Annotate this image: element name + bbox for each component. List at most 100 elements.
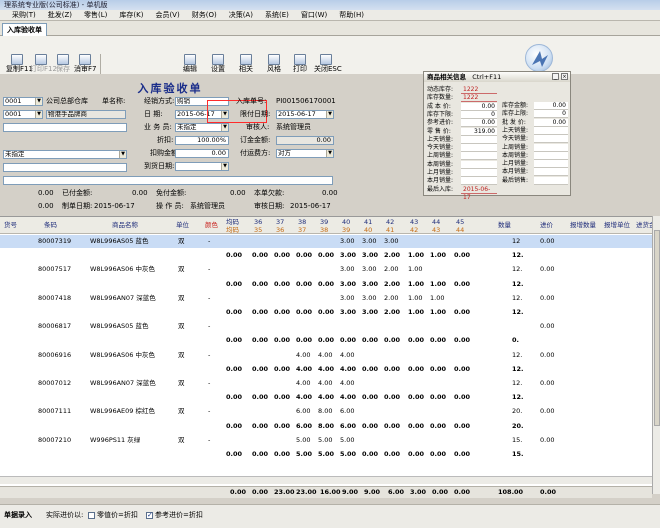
- pay-method-select[interactable]: 对方 ▼: [276, 149, 334, 158]
- cell-size: 3.00: [340, 265, 355, 274]
- close-icon[interactable]: ×: [561, 73, 568, 80]
- scroll-thumb[interactable]: [654, 230, 660, 426]
- close-button[interactable]: 关闭ESC: [314, 54, 342, 76]
- menu-help[interactable]: 帮助(H): [333, 10, 370, 20]
- cell-size: 3.00: [340, 237, 355, 245]
- table-row[interactable]: 80007012 W8L996AN07 深蓝色 双 - 4.00 4.00 4.00 12. 0…: [0, 377, 652, 390]
- copy-button[interactable]: 复制F11: [6, 54, 33, 76]
- menu-system[interactable]: 系统(E): [259, 10, 295, 20]
- cell-size: 6.00: [340, 421, 357, 430]
- info-label: 上天销量:: [427, 135, 454, 143]
- info-label: 参考进价:: [427, 119, 454, 127]
- total-size: 3.00: [410, 488, 427, 496]
- table-subtotal-row[interactable]: 0.00 0.00 0.00 5.00 5.00 5.00 0.00 0.00 0.00 0.00…: [0, 448, 652, 461]
- horizontal-scrollbar[interactable]: [0, 476, 652, 484]
- cell-size: 0.00: [274, 364, 291, 373]
- print-button[interactable]: 打印: [290, 54, 310, 76]
- product-info-panel: 商品相关信息 Ctrl+F11 _ × 动态库存: 1222 库存数量: 1222 成 …: [423, 71, 571, 201]
- cell-size: 0.00: [274, 421, 291, 430]
- cell-code: 80007418: [38, 293, 72, 302]
- product-info-title[interactable]: 商品相关信息 Ctrl+F11: [424, 72, 570, 82]
- table-subtotal-row[interactable]: 0.00 0.00 0.00 0.00 0.00 3.00 3.00 2.00 1.00 1.00…: [0, 306, 652, 319]
- cell-size: 0.00: [362, 336, 379, 345]
- store-name-field[interactable]: 物港手品牌商: [46, 110, 126, 119]
- table-row[interactable]: 80007210 W996PS11 灰绿 双 - 5.00 5.00 5.00 15. 0.00: [0, 434, 652, 447]
- info-value: [534, 143, 568, 152]
- col-header-unit[interactable]: 单位: [176, 221, 189, 229]
- remark-field[interactable]: [3, 176, 333, 185]
- option-zero-price-checkbox[interactable]: [88, 512, 95, 519]
- menu-purchase[interactable]: 采购(T): [6, 10, 42, 20]
- col-header-qty[interactable]: 数量: [498, 221, 511, 229]
- menu-retail[interactable]: 零售(L): [78, 10, 113, 20]
- col-header-price[interactable]: 进价: [540, 221, 553, 229]
- deposit-field[interactable]: 0.00: [276, 136, 334, 145]
- rebate-field[interactable]: 0.00: [175, 149, 229, 158]
- cell-name: W8L996AN07 深蓝色: [90, 293, 156, 302]
- table-subtotal-row[interactable]: 0.00 0.00 0.00 0.00 0.00 3.00 3.00 2.00 1.00 1.00…: [0, 249, 652, 262]
- cell-size: 0.00: [252, 308, 269, 316]
- col-header-bonus-qty[interactable]: 报增数量: [570, 221, 596, 229]
- cell-code: 80006817: [38, 322, 72, 331]
- col-header-barcode[interactable]: 条码: [44, 221, 57, 229]
- col-header-code[interactable]: 货号: [4, 221, 17, 229]
- info-label: 上周销量:: [427, 152, 454, 160]
- menu-inventory[interactable]: 库存(K): [113, 10, 149, 20]
- table-row[interactable]: 80007319 W8L996AS05 蓝色 双 - 3.00 3.00 3.00 12 0.0…: [0, 235, 652, 248]
- cell-size: 0.00: [384, 336, 401, 345]
- table-subtotal-row[interactable]: 0.00 0.00 0.00 0.00 0.00 3.00 3.00 2.00 1.00 1.00…: [0, 278, 652, 291]
- menu-wholesale[interactable]: 批发(Z): [42, 10, 78, 20]
- size-header-alt: 38: [320, 226, 329, 234]
- menu-decision[interactable]: 决策(A): [223, 10, 259, 20]
- table-row[interactable]: 80007418 W8L996AN07 深蓝色 双 - 3.00 3.00 2.00 1.00…: [0, 292, 652, 305]
- minimize-icon[interactable]: _: [552, 73, 559, 80]
- salesman-select[interactable]: 未指定 ▼: [175, 123, 229, 132]
- warehouse-name: 公司总部仓库: [46, 97, 88, 105]
- extra-field[interactable]: [3, 123, 127, 132]
- cell-size: 4.00: [340, 350, 355, 359]
- size-header: 39: [320, 218, 329, 226]
- table-subtotal-row[interactable]: 0.00 0.00 0.00 4.00 4.00 4.00 0.00 0.00 0.00 0.00…: [0, 363, 652, 376]
- cell-size: 0.00: [252, 364, 269, 373]
- cell-qty: 20.: [512, 407, 523, 416]
- info-label: 最后入库:: [427, 185, 454, 193]
- cell-size: 0.00: [252, 279, 269, 288]
- table-row[interactable]: 80006817 W8L996AS05 蓝色 双 - 0.00: [0, 320, 652, 333]
- vertical-scrollbar[interactable]: [652, 216, 660, 494]
- related-button[interactable]: 相关: [236, 54, 256, 76]
- menu-finance[interactable]: 财务(O): [186, 10, 223, 20]
- table-row[interactable]: 80006916 W8L996AS06 中灰色 双 - 4.00 4.00 4.00 12. 0…: [0, 349, 652, 362]
- menu-window[interactable]: 窗口(W): [295, 10, 333, 20]
- cell-size: 0.00: [318, 308, 335, 316]
- cell-name: W8L996AS05 蓝色: [90, 322, 149, 331]
- style-button[interactable]: 风格: [264, 54, 284, 76]
- limit-date-field[interactable]: 2015-06-17 ▼: [276, 110, 334, 119]
- draft-button[interactable]: 消审F7: [74, 54, 96, 76]
- col-header-name[interactable]: 商品名称: [112, 221, 138, 229]
- table-row[interactable]: 80007111 W8L996AE09 棕红色 双 - 6.00 8.00 6.00 20. 0…: [0, 405, 652, 418]
- arrival-date-field[interactable]: ▼: [175, 162, 229, 171]
- info-value: [534, 168, 568, 177]
- table-subtotal-row[interactable]: 0.00 0.00 0.00 6.00 8.00 6.00 0.00 0.00 0.00 0.00…: [0, 420, 652, 433]
- not-set-select[interactable]: 未指定 ▼: [3, 150, 127, 159]
- document-tabs: 入库验收单: [0, 21, 660, 36]
- store-code-select[interactable]: 0001 ▼: [3, 110, 43, 119]
- print-preview-button[interactable]: 打印F12: [30, 54, 57, 76]
- cell-name: W8L996AN07 深蓝色: [90, 379, 156, 387]
- cell-size: 0.00: [226, 308, 243, 316]
- menu-member[interactable]: 会员(V): [149, 10, 185, 20]
- table-row[interactable]: 80007517 W8L996AS06 中灰色 双 - 3.00 3.00 2.00 1.00…: [0, 263, 652, 276]
- option-ref-price-checkbox[interactable]: [146, 511, 153, 519]
- save-button[interactable]: 保存: [54, 54, 72, 76]
- memo-field[interactable]: [3, 163, 127, 172]
- tab-inbound-check[interactable]: 入库验收单: [2, 23, 47, 36]
- discount-field[interactable]: 100.00%: [175, 136, 229, 145]
- table-subtotal-row[interactable]: 0.00 0.00 0.00 4.00 4.00 4.00 0.00 0.00 0.00 0.00…: [0, 391, 652, 404]
- warehouse-code-select[interactable]: 0001 ▼: [3, 97, 43, 106]
- settings-button[interactable]: 设置: [208, 54, 228, 76]
- col-header-color[interactable]: 颜色: [205, 221, 218, 229]
- size-header: 43: [410, 218, 419, 226]
- table-subtotal-row[interactable]: 0.00 0.00 0.00 0.00 0.00 0.00 0.00 0.00 0.00 0.00…: [0, 334, 652, 347]
- edit-button[interactable]: 编辑: [180, 54, 200, 76]
- col-header-bonus-unit[interactable]: 报增单位: [604, 221, 630, 229]
